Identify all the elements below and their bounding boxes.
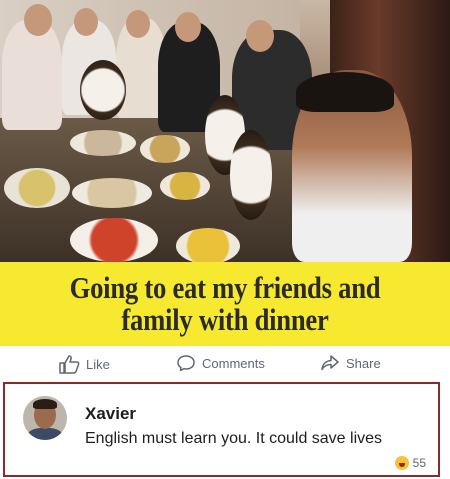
photo-face	[175, 12, 201, 42]
post-caption-banner: Going to eat my friends and family with …	[0, 262, 450, 346]
reaction-count: 55	[412, 456, 426, 470]
photo-plate	[140, 135, 190, 163]
comment-card: Xavier English must learn you. It could …	[3, 382, 440, 477]
post-caption: Going to eat my friends and family with …	[53, 272, 397, 336]
avatar-body	[27, 428, 63, 440]
share-label: Share	[346, 355, 381, 371]
photo-face	[126, 10, 150, 38]
avatar-hair	[33, 399, 57, 409]
photo-face	[24, 4, 52, 36]
photo-plate	[4, 168, 70, 208]
photo-drum	[230, 130, 272, 220]
comment-author[interactable]: Xavier	[85, 404, 136, 424]
haha-emoji-icon	[394, 456, 409, 470]
photo-plate	[70, 218, 158, 262]
reaction-count-badge[interactable]: 55	[394, 456, 426, 470]
post-action-bar: Like Comments Share	[0, 346, 450, 380]
photo-plate	[70, 130, 136, 156]
photo-plate	[176, 228, 240, 262]
comments-button[interactable]: Comments	[176, 354, 265, 372]
avatar[interactable]	[23, 396, 67, 440]
caption-line-2: family with dinner	[121, 302, 329, 337]
photo-person	[2, 20, 62, 130]
like-label: Like	[86, 356, 110, 372]
photo-face	[246, 20, 274, 52]
share-button[interactable]: Share	[320, 354, 381, 372]
photo-selfie-hair	[296, 72, 394, 112]
comment-text: English must learn you. It could save li…	[85, 430, 383, 447]
like-button[interactable]: Like	[58, 354, 110, 374]
photo-plate	[160, 172, 210, 200]
caption-line-1: Going to eat my friends and	[69, 270, 381, 305]
share-arrow-icon	[321, 355, 339, 371]
thumbs-up-icon	[59, 355, 80, 374]
comment-bubble-icon	[177, 355, 195, 372]
comments-label: Comments	[202, 355, 265, 371]
photo-face	[74, 8, 98, 36]
photo-drum	[80, 60, 126, 120]
photo-plate	[72, 178, 152, 208]
post-photo[interactable]	[0, 0, 450, 262]
